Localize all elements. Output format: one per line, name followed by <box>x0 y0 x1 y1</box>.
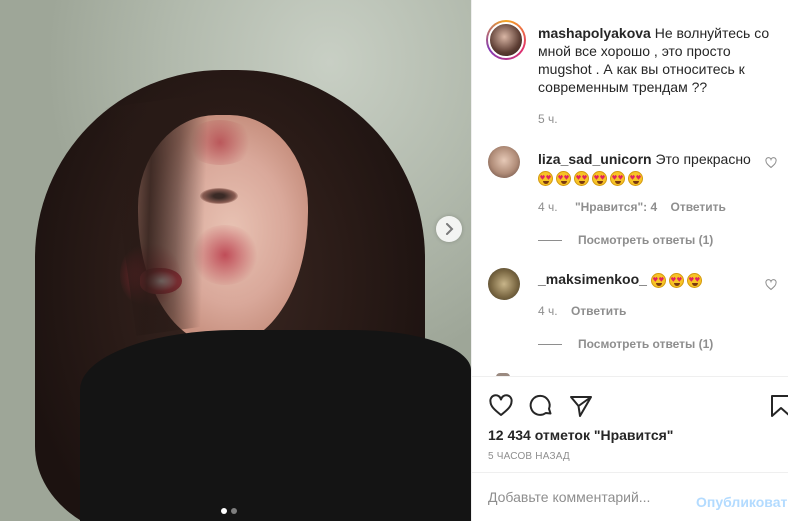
share-paper-plane-icon[interactable] <box>568 393 594 419</box>
view-replies-button[interactable]: Посмотреть ответы (1) <box>538 337 713 351</box>
heart-eyes-emoji-icon <box>668 272 684 288</box>
comment-reply-button[interactable]: Ответить <box>670 200 725 214</box>
comment-input[interactable] <box>488 487 688 507</box>
add-comment-bar: Опубликовать <box>472 472 788 521</box>
publish-button[interactable]: Опубликовать <box>696 494 788 510</box>
comment-username[interactable]: _maksimenkoo_ <box>538 271 647 287</box>
comment-reply-button[interactable]: Ответить <box>571 304 626 318</box>
comment-like-heart-icon[interactable] <box>765 157 777 169</box>
heart-eyes-emoji-row <box>538 170 643 186</box>
carousel-dot-active <box>221 508 227 514</box>
post-caption: mashapolyakova Не волнуйтесь со мной все… <box>538 24 770 96</box>
photo-sweater <box>80 330 471 521</box>
comment-bubble-icon[interactable] <box>528 393 554 419</box>
heart-eyes-emoji-icon <box>628 170 643 186</box>
comment-meta: 4 ч. Ответить <box>538 304 626 318</box>
post-photo[interactable] <box>0 0 471 521</box>
heart-eyes-emoji-icon <box>592 170 607 186</box>
heart-eyes-emoji-row <box>650 272 702 288</box>
commenter-avatar[interactable] <box>488 146 520 178</box>
replies-divider-line <box>538 239 562 241</box>
comment-time[interactable]: 4 ч. <box>538 200 558 214</box>
post-actions: 12 434 отметок "Нравится" 5 ЧАСОВ НАЗАД <box>472 376 788 462</box>
heart-eyes-emoji-icon <box>556 170 571 186</box>
comment-like-heart-icon[interactable] <box>765 279 777 291</box>
view-replies-label: Посмотреть ответы (1) <box>578 337 714 351</box>
view-replies-button[interactable]: Посмотреть ответы (1) <box>538 233 713 247</box>
like-heart-icon[interactable] <box>488 393 514 419</box>
comment-item: liza_sad_unicorn Это прекрасно <box>538 150 760 186</box>
comment-likes-count[interactable]: "Нравится": 4 <box>575 200 657 214</box>
replies-divider-line <box>538 343 562 345</box>
caption-username[interactable]: mashapolyakova <box>538 25 651 41</box>
comment-item: _maksimenkoo_ <box>538 270 760 288</box>
heart-eyes-emoji-icon <box>574 170 589 186</box>
likes-count[interactable]: 12 434 отметок "Нравится" <box>488 427 673 443</box>
comment-username[interactable]: liza_sad_unicorn <box>538 151 652 167</box>
heart-eyes-emoji-icon <box>650 272 666 288</box>
carousel-next-button[interactable] <box>436 216 462 242</box>
post-timestamp[interactable]: 5 ЧАСОВ НАЗАД <box>488 451 570 462</box>
comment-text: Это прекрасно <box>655 151 751 167</box>
owner-avatar[interactable] <box>486 20 526 60</box>
heart-eyes-emoji-icon <box>686 272 702 288</box>
comment-meta: 4 ч. "Нравится": 4 Ответить <box>538 200 726 214</box>
comment-time[interactable]: 4 ч. <box>538 304 558 318</box>
carousel-indicator <box>221 508 237 514</box>
chevron-right-icon <box>446 223 454 235</box>
caption-time[interactable]: 5 ч. <box>538 112 558 126</box>
commenter-avatar[interactable] <box>488 268 520 300</box>
heart-eyes-emoji-icon <box>610 170 625 186</box>
heart-eyes-emoji-icon <box>538 170 553 186</box>
save-bookmark-icon[interactable] <box>768 393 788 419</box>
post-side-panel: mashapolyakova Не волнуйтесь со мной все… <box>471 0 788 521</box>
comments-scroll-area[interactable]: mashapolyakova Не волнуйтесь со мной все… <box>472 0 788 376</box>
carousel-dot <box>231 508 237 514</box>
view-replies-label: Посмотреть ответы (1) <box>578 233 714 247</box>
